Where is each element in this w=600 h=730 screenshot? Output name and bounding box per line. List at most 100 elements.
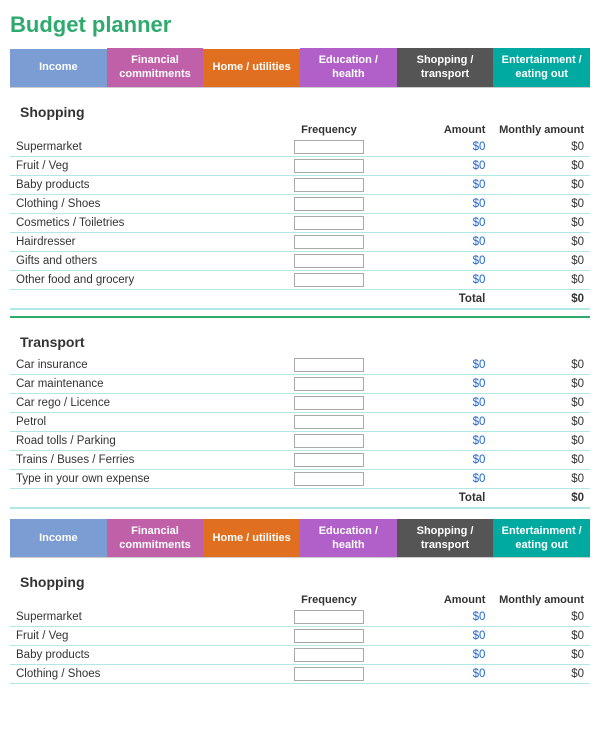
shopping-section-2: Shopping Frequency Amount Monthly amount… xyxy=(10,568,590,684)
row-monthly: $0 xyxy=(491,232,590,251)
header-monthly-2: Monthly amount xyxy=(491,592,590,608)
row-frequency[interactable] xyxy=(265,270,393,289)
frequency-input[interactable] xyxy=(294,254,364,268)
total-label: Total xyxy=(10,289,491,309)
row-label: Baby products xyxy=(10,175,265,194)
table-row: Fruit / Veg$0$0 xyxy=(10,627,590,646)
tab-financial[interactable]: Financial commitments xyxy=(107,48,204,87)
frequency-input[interactable] xyxy=(294,178,364,192)
table-row: Supermarket$0$0 xyxy=(10,138,590,157)
row-frequency[interactable] xyxy=(265,469,393,488)
frequency-input[interactable] xyxy=(294,140,364,154)
row-label: Petrol xyxy=(10,412,265,431)
frequency-input[interactable] xyxy=(294,216,364,230)
row-monthly: $0 xyxy=(491,431,590,450)
tab-home[interactable]: Home / utilities xyxy=(203,49,300,87)
row-monthly: $0 xyxy=(491,393,590,412)
row-frequency[interactable] xyxy=(265,646,393,665)
frequency-input[interactable] xyxy=(294,377,364,391)
frequency-input[interactable] xyxy=(294,472,364,486)
row-frequency[interactable] xyxy=(265,393,393,412)
row-monthly: $0 xyxy=(491,194,590,213)
row-label: Supermarket xyxy=(10,138,265,157)
row-label: Car insurance xyxy=(10,356,265,375)
transport-section: Transport Car insurance$0$0Car maintenan… xyxy=(10,328,590,509)
row-monthly: $0 xyxy=(491,665,590,684)
table-row: Hairdresser$0$0 xyxy=(10,232,590,251)
row-amount: $0 xyxy=(393,627,492,646)
table-row: Supermarket$0$0 xyxy=(10,608,590,627)
frequency-input[interactable] xyxy=(294,273,364,287)
tab-shopping[interactable]: Shopping / transport xyxy=(397,48,494,87)
transport-table: Car insurance$0$0Car maintenance$0$0Car … xyxy=(10,352,590,509)
shopping-title-2: Shopping xyxy=(10,568,590,592)
tab-entertainment[interactable]: Entertainment / eating out xyxy=(493,48,590,87)
row-monthly: $0 xyxy=(491,450,590,469)
row-amount: $0 xyxy=(393,393,492,412)
row-frequency[interactable] xyxy=(265,232,393,251)
row-frequency[interactable] xyxy=(265,156,393,175)
row-monthly: $0 xyxy=(491,175,590,194)
tab-home-2[interactable]: Home / utilities xyxy=(203,519,300,557)
table-row: Baby products$0$0 xyxy=(10,175,590,194)
transport-title: Transport xyxy=(10,328,590,352)
tab-financial-2[interactable]: Financial commitments xyxy=(107,519,204,558)
frequency-input[interactable] xyxy=(294,235,364,249)
frequency-input[interactable] xyxy=(294,415,364,429)
row-frequency[interactable] xyxy=(265,431,393,450)
row-monthly: $0 xyxy=(491,374,590,393)
row-label: Fruit / Veg xyxy=(10,627,265,646)
total-monthly: $0 xyxy=(491,289,590,309)
tab-entertainment-2[interactable]: Entertainment / eating out xyxy=(493,519,590,558)
tab-income-2[interactable]: Income xyxy=(10,519,107,557)
table-row: Car maintenance$0$0 xyxy=(10,374,590,393)
row-frequency[interactable] xyxy=(265,608,393,627)
frequency-input[interactable] xyxy=(294,358,364,372)
row-label: Car rego / Licence xyxy=(10,393,265,412)
row-frequency[interactable] xyxy=(265,213,393,232)
shopping-title: Shopping xyxy=(10,98,590,122)
row-monthly: $0 xyxy=(491,138,590,157)
row-amount: $0 xyxy=(393,469,492,488)
table-row: Baby products$0$0 xyxy=(10,646,590,665)
row-frequency[interactable] xyxy=(265,356,393,375)
row-frequency[interactable] xyxy=(265,374,393,393)
row-amount: $0 xyxy=(393,374,492,393)
frequency-input[interactable] xyxy=(294,434,364,448)
frequency-input[interactable] xyxy=(294,159,364,173)
tab-shopping-2[interactable]: Shopping / transport xyxy=(397,519,494,558)
row-frequency[interactable] xyxy=(265,138,393,157)
frequency-input[interactable] xyxy=(294,197,364,211)
row-amount: $0 xyxy=(393,251,492,270)
row-amount: $0 xyxy=(393,608,492,627)
row-frequency[interactable] xyxy=(265,665,393,684)
header-monthly: Monthly amount xyxy=(491,122,590,138)
table-row: Trains / Buses / Ferries$0$0 xyxy=(10,450,590,469)
row-label: Clothing / Shoes xyxy=(10,194,265,213)
header-amount-2: Amount xyxy=(393,592,492,608)
row-monthly: $0 xyxy=(491,412,590,431)
tab-income[interactable]: Income xyxy=(10,49,107,87)
row-frequency[interactable] xyxy=(265,412,393,431)
frequency-input[interactable] xyxy=(294,667,364,681)
frequency-input[interactable] xyxy=(294,610,364,624)
frequency-input[interactable] xyxy=(294,453,364,467)
row-frequency[interactable] xyxy=(265,175,393,194)
frequency-input[interactable] xyxy=(294,648,364,662)
frequency-input[interactable] xyxy=(294,396,364,410)
row-monthly: $0 xyxy=(491,156,590,175)
total-monthly: $0 xyxy=(491,488,590,508)
frequency-input[interactable] xyxy=(294,629,364,643)
row-label: Cosmetics / Toiletries xyxy=(10,213,265,232)
row-frequency[interactable] xyxy=(265,194,393,213)
tab-education[interactable]: Education / health xyxy=(300,48,397,87)
table-row: Car rego / Licence $0$0 xyxy=(10,393,590,412)
row-frequency[interactable] xyxy=(265,251,393,270)
row-label: Baby products xyxy=(10,646,265,665)
row-frequency[interactable] xyxy=(265,627,393,646)
row-frequency[interactable] xyxy=(265,450,393,469)
header-label-2 xyxy=(10,592,265,608)
section-divider-1 xyxy=(10,316,590,318)
tab-education-2[interactable]: Education / health xyxy=(300,519,397,558)
row-monthly: $0 xyxy=(491,646,590,665)
